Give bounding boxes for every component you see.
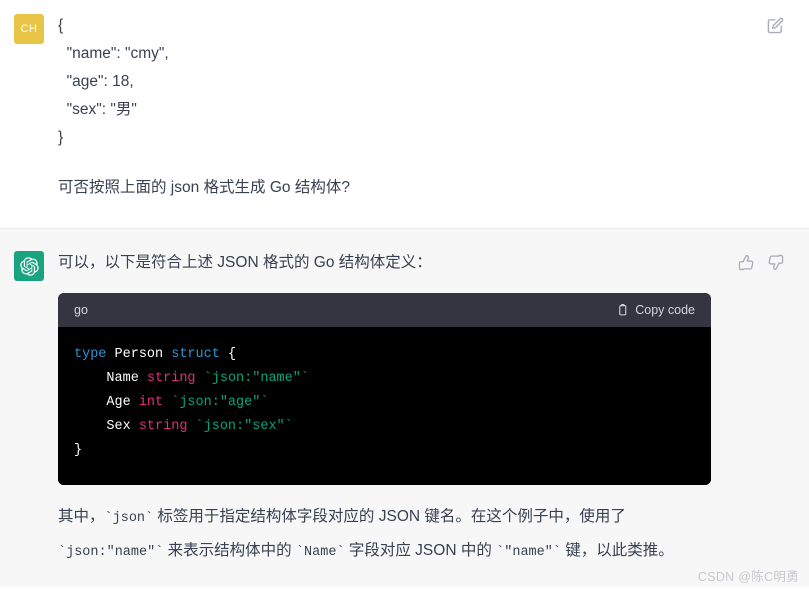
explanation-text-d: 字段对应 JSON 中的: [344, 542, 497, 559]
assistant-explanation-line-2: `json:"name"` 来表示结构体中的 `Name` 字段对应 JSON …: [58, 535, 674, 569]
code-block: go Copy code type Person struct { Name s…: [58, 293, 711, 485]
user-message-body: { "name": "cmy", "age": 18, "sex": "男" }…: [58, 12, 684, 202]
explanation-text-a: 其中，: [58, 508, 105, 525]
edit-pencil-square-icon[interactable]: [767, 17, 784, 34]
explanation-text-b: 标签用于指定结构体字段对应的 JSON 键名。在这个例子中，使用了: [153, 508, 626, 525]
code-token: struct: [171, 347, 228, 362]
code-token: string: [138, 419, 196, 434]
inline-code-name-key: `"name"`: [496, 545, 561, 560]
code-token: Age: [74, 395, 139, 410]
user-message-actions: [684, 12, 809, 202]
csdn-watermark: CSDN @陈C明勇: [697, 570, 799, 584]
user-message-row: CH { "name": "cmy", "age": 18, "sex": "男…: [0, 0, 809, 229]
code-token: string: [146, 371, 204, 386]
code-token: int: [138, 395, 172, 410]
user-question-text: 可否按照上面的 json 格式生成 Go 结构体?: [58, 179, 350, 196]
user-avatar-column: CH: [0, 12, 58, 202]
chat-transcript: CH { "name": "cmy", "age": 18, "sex": "男…: [0, 0, 809, 590]
explanation-text-e: 键，以此类推。: [560, 542, 674, 559]
code-token: {: [227, 347, 237, 362]
code-block-content[interactable]: type Person struct { Name string `json:"…: [58, 327, 711, 485]
inline-code-json: `json`: [104, 511, 154, 526]
assistant-intro-text: 可以，以下是符合上述 JSON 格式的 Go 结构体定义：: [58, 254, 432, 271]
inline-code-json-name-tag: `json:"name"`: [58, 545, 164, 560]
code-token: `json:"name"`: [203, 371, 309, 386]
code-token: type: [74, 347, 115, 362]
code-token: Person: [114, 347, 172, 362]
avatar: [14, 251, 44, 281]
code-token: `json:"sex"`: [195, 419, 293, 434]
code-language-label: go: [74, 303, 88, 317]
clipboard-icon: [616, 303, 629, 317]
user-json-snippet: { "name": "cmy", "age": 18, "sex": "男" }: [58, 17, 169, 146]
assistant-explanation-line-1: 其中，`json` 标签用于指定结构体字段对应的 JSON 键名。在这个例子中，…: [58, 501, 674, 535]
explanation-text-c: 来表示结构体中的: [163, 542, 296, 559]
avatar: CH: [14, 14, 44, 44]
inline-code-name-field: `Name`: [295, 545, 345, 560]
assistant-message-actions: [684, 249, 809, 569]
assistant-message-body: 可以，以下是符合上述 JSON 格式的 Go 结构体定义： go Copy co…: [58, 249, 711, 569]
code-block-header: go Copy code: [58, 293, 711, 327]
code-token: `json:"age"`: [171, 395, 269, 410]
code-token: }: [74, 443, 83, 458]
code-token: Name: [74, 371, 147, 386]
thumbs-down-icon[interactable]: [767, 254, 784, 271]
openai-logo-icon: [19, 256, 39, 276]
code-token: Sex: [74, 419, 139, 434]
assistant-message-row: 可以，以下是符合上述 JSON 格式的 Go 结构体定义： go Copy co…: [0, 229, 809, 587]
thumbs-up-icon[interactable]: [738, 254, 755, 271]
assistant-avatar-column: [0, 249, 58, 569]
